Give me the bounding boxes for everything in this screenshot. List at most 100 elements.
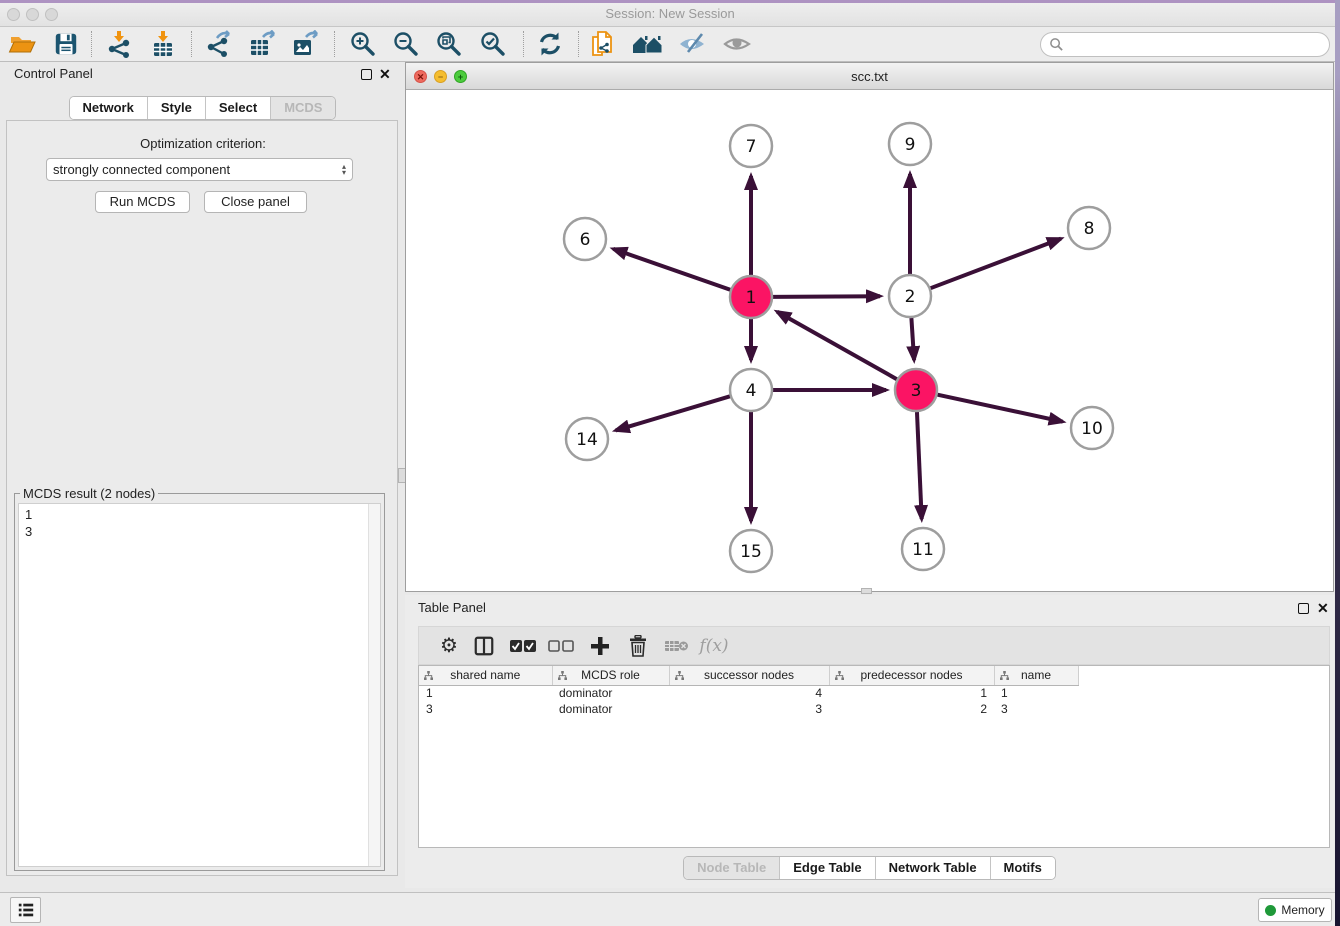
- window-close-button[interactable]: [7, 8, 20, 21]
- close-table-panel-icon[interactable]: ✕: [1317, 603, 1329, 614]
- show-column-button[interactable]: [469, 627, 499, 664]
- cell-0-3[interactable]: 1: [829, 685, 994, 701]
- search-field[interactable]: [1040, 32, 1330, 57]
- cell-0-4[interactable]: 1: [994, 685, 1078, 701]
- list-icon: [17, 901, 35, 919]
- node-table[interactable]: shared nameMCDS rolesuccessor nodesprede…: [418, 665, 1330, 848]
- float-table-panel-icon[interactable]: [1298, 602, 1309, 617]
- export-table-button[interactable]: [245, 29, 279, 59]
- mcds-result-textarea[interactable]: 1 3: [18, 503, 381, 867]
- close-panel-button[interactable]: Close panel: [204, 191, 307, 213]
- save-session-button[interactable]: [49, 29, 83, 59]
- zoom-selected-icon: [479, 30, 507, 58]
- open-session-button[interactable]: [5, 29, 39, 59]
- criterion-dropdown[interactable]: strongly connected component ▴▾: [46, 158, 353, 181]
- node-label-7: 7: [746, 137, 757, 157]
- table-tab-node-table[interactable]: Node Table: [684, 857, 779, 879]
- network-file-button[interactable]: [586, 29, 620, 59]
- import-table-button[interactable]: [146, 29, 180, 59]
- close-panel-icon[interactable]: ✕: [379, 69, 391, 80]
- tab-network[interactable]: Network: [70, 97, 147, 119]
- show-elements-button[interactable]: [720, 29, 754, 59]
- import-network-button[interactable]: [102, 29, 136, 59]
- cell-1-0[interactable]: 3: [419, 701, 552, 717]
- save-floppy-icon: [53, 31, 79, 57]
- cell-0-1[interactable]: dominator: [552, 685, 669, 701]
- node-label-4: 4: [746, 381, 757, 401]
- edge-2-3[interactable]: [911, 318, 914, 360]
- cell-0-2[interactable]: 4: [669, 685, 829, 701]
- checked-boxes-icon: [510, 639, 536, 653]
- delete-row-button[interactable]: [623, 627, 653, 664]
- edge-4-14[interactable]: [616, 396, 730, 430]
- column-header-MCDS-role[interactable]: MCDS role: [552, 666, 669, 685]
- hide-elements-button[interactable]: [676, 29, 710, 59]
- zoom-selected-button[interactable]: [476, 29, 510, 59]
- node-label-11: 11: [912, 540, 934, 560]
- node-label-1: 1: [746, 288, 757, 308]
- edge-1-6[interactable]: [613, 249, 730, 290]
- network-graph-canvas[interactable]: 7968124314101511: [406, 90, 1333, 591]
- export-network-button[interactable]: [201, 29, 235, 59]
- edge-1-2[interactable]: [773, 296, 880, 297]
- search-input[interactable]: [1064, 37, 1329, 52]
- node-label-6: 6: [580, 230, 591, 250]
- node-label-14: 14: [576, 430, 598, 450]
- window-minimize-button[interactable]: [26, 8, 39, 21]
- result-scrollbar[interactable]: [368, 504, 380, 866]
- tab-group: NetworkStyleSelectMCDS: [69, 96, 337, 120]
- unselect-all-button[interactable]: [546, 627, 576, 664]
- cell-0-0[interactable]: 1: [419, 685, 552, 701]
- home-button[interactable]: [630, 29, 664, 59]
- memory-label: Memory: [1281, 903, 1324, 917]
- window-zoom-button[interactable]: [45, 8, 58, 21]
- table-panel-title: Table Panel: [418, 600, 486, 615]
- zoom-in-button[interactable]: [346, 29, 380, 59]
- control-panel: Control Panel ✕ NetworkStyleSelectMCDS O…: [0, 62, 405, 892]
- network-close-button[interactable]: ✕: [414, 70, 427, 83]
- task-history-button[interactable]: [10, 897, 41, 923]
- export-image-button[interactable]: [288, 29, 322, 59]
- cell-1-3[interactable]: 2: [829, 701, 994, 717]
- cell-1-2[interactable]: 3: [669, 701, 829, 717]
- column-type-icon: [558, 671, 567, 680]
- table-row-0[interactable]: 1dominator411: [419, 685, 1078, 701]
- table-row-1[interactable]: 3dominator323: [419, 701, 1078, 717]
- node-label-9: 9: [905, 135, 916, 155]
- select-all-button[interactable]: [508, 627, 538, 664]
- add-row-button[interactable]: [585, 627, 615, 664]
- memory-button[interactable]: Memory: [1258, 898, 1332, 922]
- network-minimize-button[interactable]: −: [434, 70, 447, 83]
- edge-2-8[interactable]: [931, 239, 1061, 289]
- network-maximize-button[interactable]: +: [454, 70, 467, 83]
- run-mcds-button[interactable]: Run MCDS: [95, 191, 190, 213]
- table-settings-button[interactable]: ⚙: [434, 627, 464, 664]
- network-window-titlebar[interactable]: ✕ − + scc.txt: [406, 63, 1333, 90]
- function-builder-button-disabled: f(x): [699, 627, 729, 664]
- refresh-button[interactable]: [533, 29, 567, 59]
- houses-icon: [631, 30, 663, 58]
- table-panel-tabs: Node TableEdge TableNetwork TableMotifs: [405, 856, 1334, 880]
- table-tab-network-table[interactable]: Network Table: [875, 857, 990, 879]
- cell-1-1[interactable]: dominator: [552, 701, 669, 717]
- horizontal-splitter-grip[interactable]: [861, 588, 872, 594]
- column-header-shared-name[interactable]: shared name: [419, 666, 552, 685]
- tab-mcds[interactable]: MCDS: [270, 97, 335, 119]
- columns-icon: [473, 635, 495, 657]
- column-header-predecessor-nodes[interactable]: predecessor nodes: [829, 666, 994, 685]
- edge-3-11[interactable]: [917, 412, 922, 519]
- edge-3-1[interactable]: [777, 312, 897, 379]
- column-header-successor-nodes[interactable]: successor nodes: [669, 666, 829, 685]
- table-tab-edge-table[interactable]: Edge Table: [779, 857, 874, 879]
- float-panel-icon[interactable]: [361, 68, 372, 83]
- zoom-fit-button[interactable]: [432, 29, 466, 59]
- tab-style[interactable]: Style: [147, 97, 205, 119]
- column-header-name[interactable]: name: [994, 666, 1078, 685]
- cell-1-4[interactable]: 3: [994, 701, 1078, 717]
- delete-table-button-disabled: [662, 627, 692, 664]
- tab-select[interactable]: Select: [205, 97, 270, 119]
- edge-3-10[interactable]: [938, 395, 1063, 422]
- table-tab-motifs[interactable]: Motifs: [990, 857, 1055, 879]
- zoom-out-button[interactable]: [389, 29, 423, 59]
- control-panel-header: Control Panel ✕: [0, 62, 405, 88]
